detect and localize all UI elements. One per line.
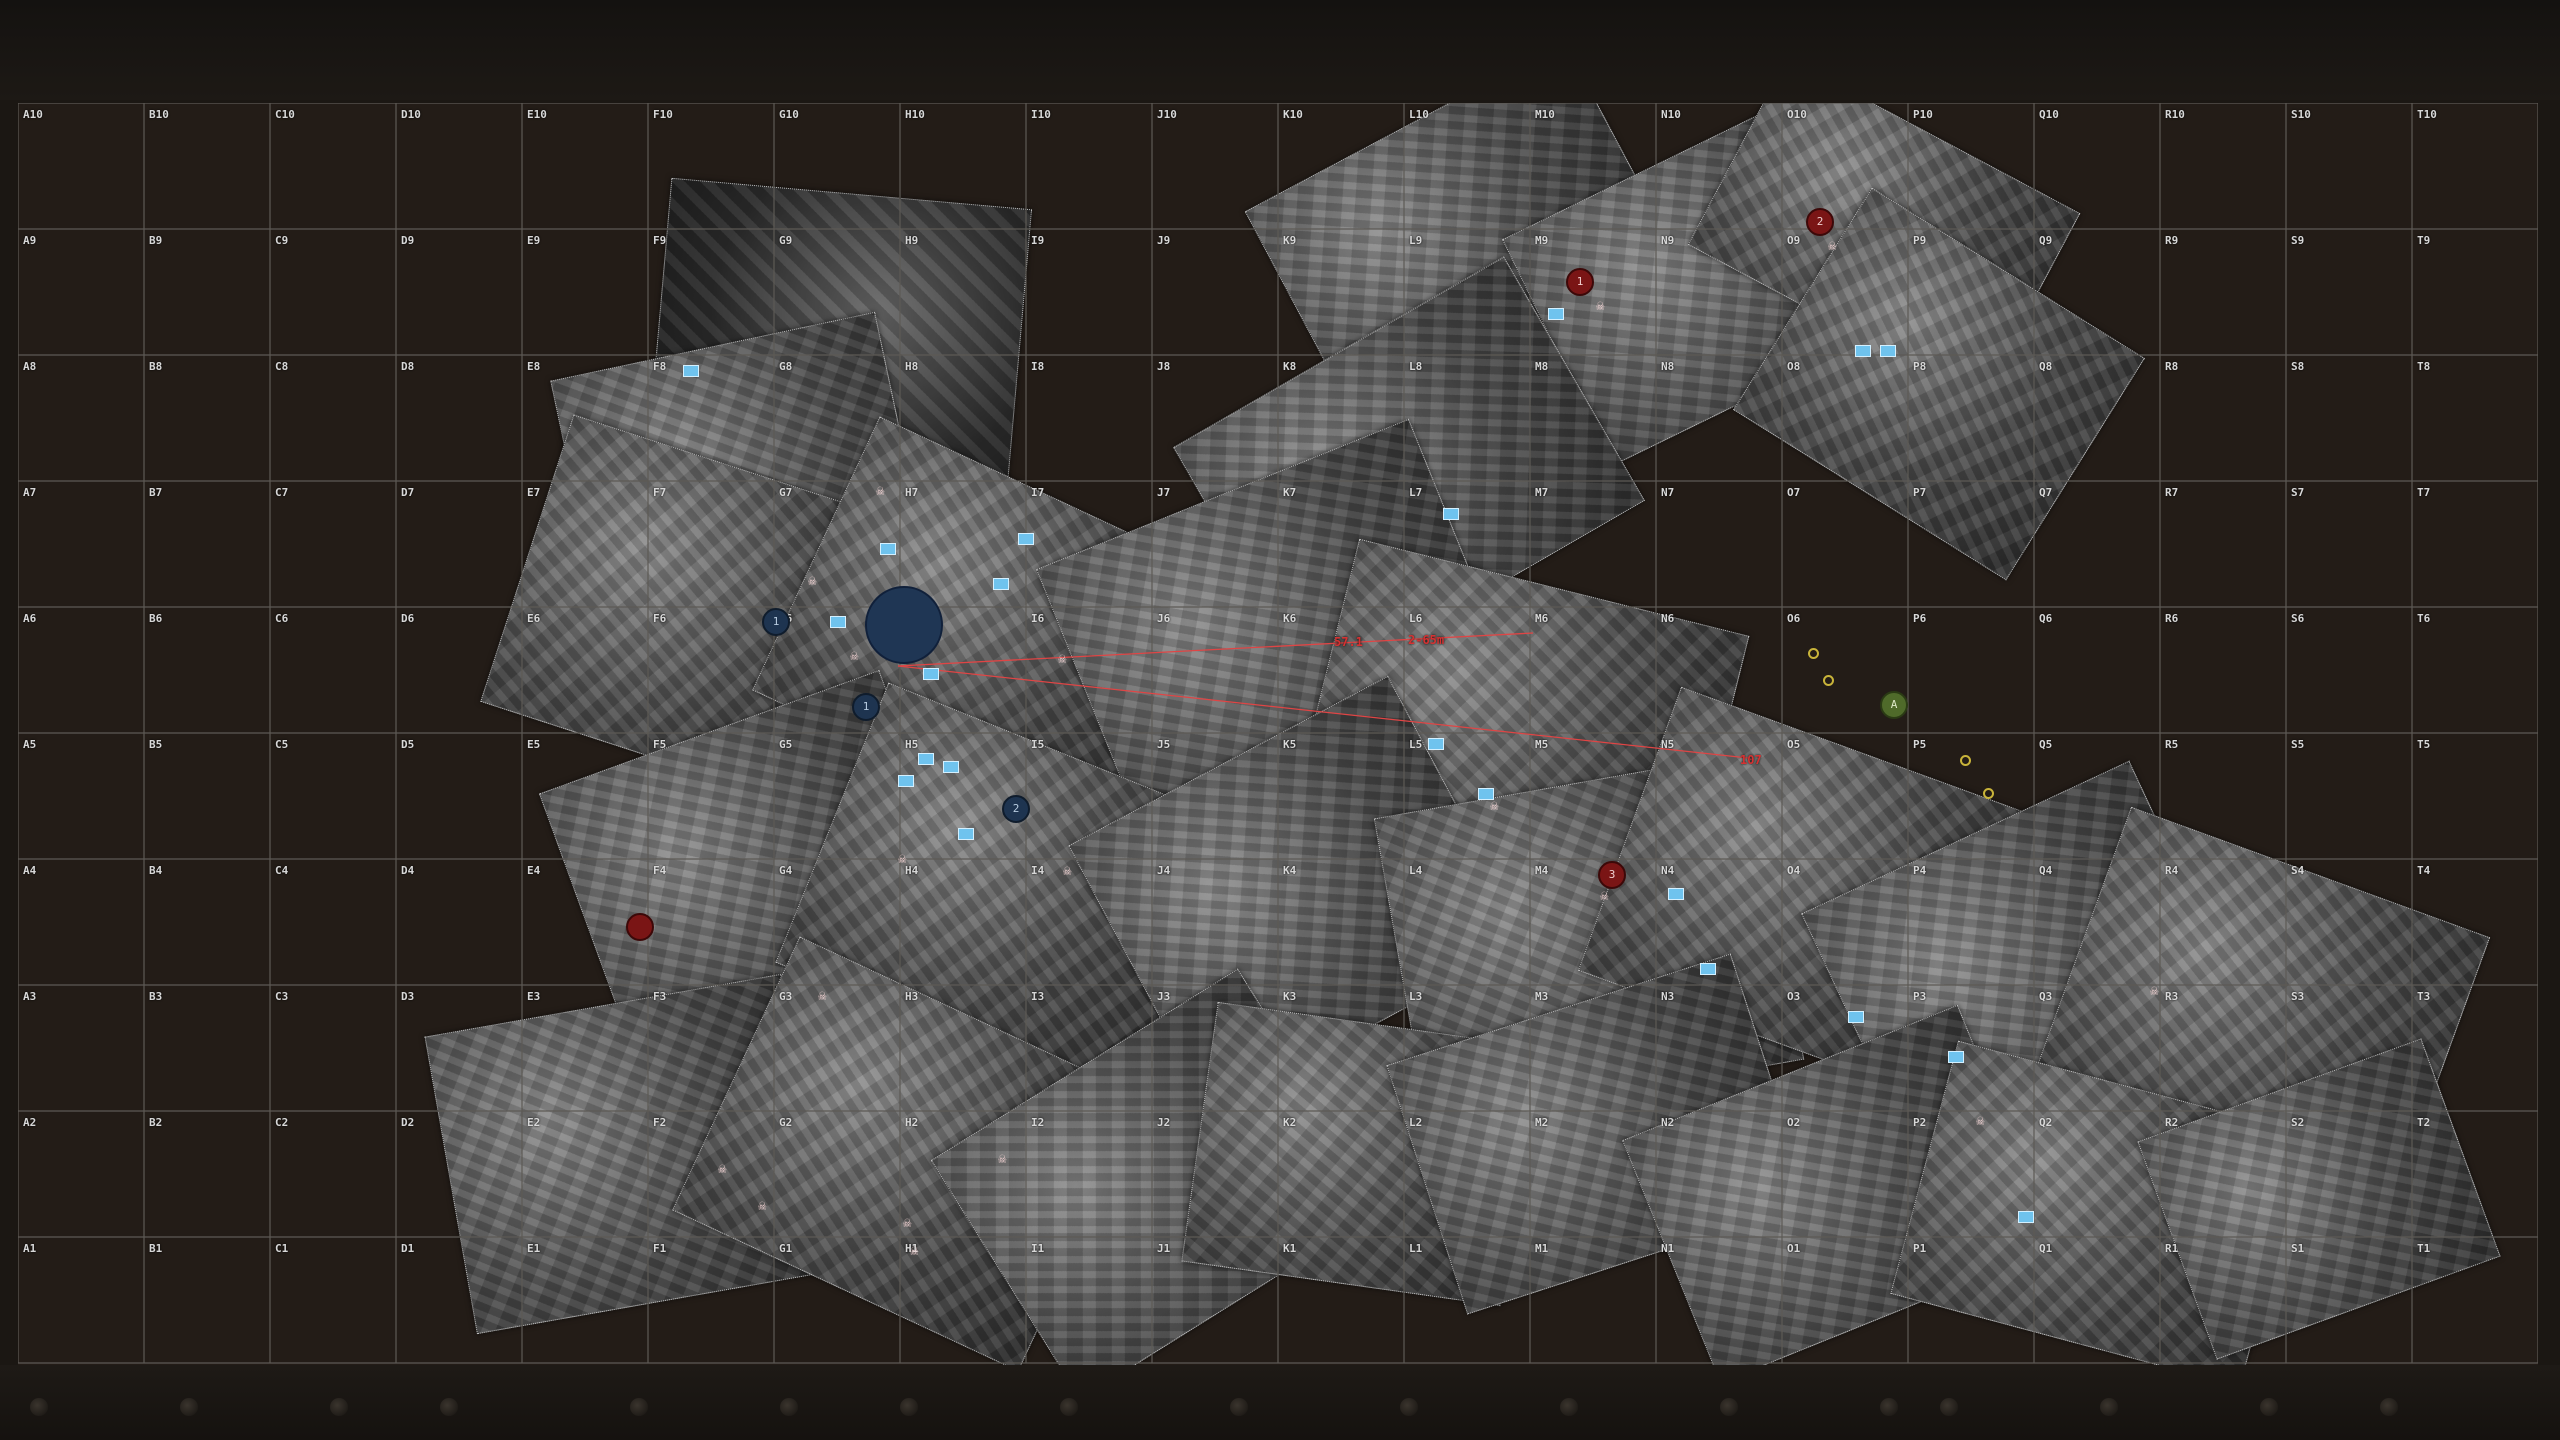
rivet-decoration [1880,1398,1898,1416]
flag-icon[interactable] [1948,1051,1964,1063]
rivet-decoration [2380,1398,2398,1416]
rivet-decoration [30,1398,48,1416]
flag-icon[interactable] [958,828,974,840]
rivet-decoration [900,1398,918,1416]
enemy-pin-marker[interactable]: 1 [1566,268,1594,296]
flag-icon[interactable] [880,543,896,555]
flag-icon[interactable] [1855,345,1871,357]
skull-icon[interactable]: ☠ [808,573,816,589]
waypoint-icon[interactable] [1983,788,1994,799]
skull-icon[interactable]: ☠ [1490,798,1498,814]
rivet-decoration [630,1398,648,1416]
marker-layer: 1 2 3 1 1 2 A ☠ ☠ ☠ ☠ ☠ ☠ ☠ ☠ ☠ ☠ ☠ ☠ ☠ … [18,103,2538,1365]
flag-icon[interactable] [898,775,914,787]
friendly-pin-marker[interactable]: 2 [1002,795,1030,823]
skull-icon[interactable]: ☠ [1600,888,1608,904]
flag-icon[interactable] [683,365,699,377]
waypoint-icon[interactable] [1823,675,1834,686]
skull-icon[interactable]: ☠ [1828,238,1836,254]
waypoint-icon[interactable] [1808,648,1819,659]
skull-icon[interactable]: ☠ [1596,298,1604,314]
skull-icon[interactable]: ☠ [818,988,826,1004]
skull-icon[interactable]: ☠ [1976,1113,1984,1129]
flag-icon[interactable] [918,753,934,765]
skull-icon[interactable]: ☠ [718,1161,726,1177]
rivet-decoration [1230,1398,1248,1416]
flag-icon[interactable] [1443,508,1459,520]
skull-icon[interactable]: ☠ [910,1243,918,1259]
rivet-decoration [1060,1398,1078,1416]
skull-icon[interactable]: ☠ [850,648,858,664]
flag-icon[interactable] [1700,963,1716,975]
rivet-decoration [780,1398,798,1416]
flag-icon[interactable] [830,616,846,628]
rivet-decoration [1720,1398,1738,1416]
skull-icon[interactable]: ☠ [903,1215,911,1231]
flag-icon[interactable] [1880,345,1896,357]
flag-icon[interactable] [2018,1211,2034,1223]
objective-marker[interactable] [865,586,943,664]
flag-icon[interactable] [993,578,1009,590]
rivet-decoration [2100,1398,2118,1416]
rivet-decoration [1940,1398,1958,1416]
skull-icon[interactable]: ☠ [998,1151,1006,1167]
flag-icon[interactable] [1848,1011,1864,1023]
flag-icon[interactable] [943,761,959,773]
rivet-decoration [330,1398,348,1416]
skull-icon[interactable]: ☠ [1063,863,1071,879]
flag-icon[interactable] [923,668,939,680]
rivet-decoration [180,1398,198,1416]
skull-icon[interactable]: ☠ [1058,651,1066,667]
rivet-decoration [440,1398,458,1416]
skull-icon[interactable]: ☠ [2150,983,2158,999]
enemy-pin-marker[interactable] [626,913,654,941]
flag-icon[interactable] [1018,533,1034,545]
friendly-pin-marker[interactable]: 1 [762,608,790,636]
map-board[interactable]: A10 B10 C10 D10 E10 F10 G10 H10 I10 J10 K10 L10 M10 N… [18,103,2538,1365]
enemy-pin-marker[interactable]: 3 [1598,861,1626,889]
bottom-frame-bar [0,1365,2560,1440]
waypoint-icon[interactable] [1960,755,1971,766]
rivet-decoration [1400,1398,1418,1416]
skull-icon[interactable]: ☠ [876,483,884,499]
enemy-pin-marker[interactable]: 2 [1806,208,1834,236]
skull-icon[interactable]: ☠ [758,1198,766,1214]
green-pin-marker[interactable]: A [1880,691,1908,719]
skull-icon[interactable]: ☠ [898,851,906,867]
rivet-decoration [1560,1398,1578,1416]
friendly-pin-marker[interactable]: 1 [852,693,880,721]
flag-icon[interactable] [1428,738,1444,750]
flag-icon[interactable] [1668,888,1684,900]
top-frame-bar [0,0,2560,100]
rivet-decoration [2260,1398,2278,1416]
flag-icon[interactable] [1548,308,1564,320]
